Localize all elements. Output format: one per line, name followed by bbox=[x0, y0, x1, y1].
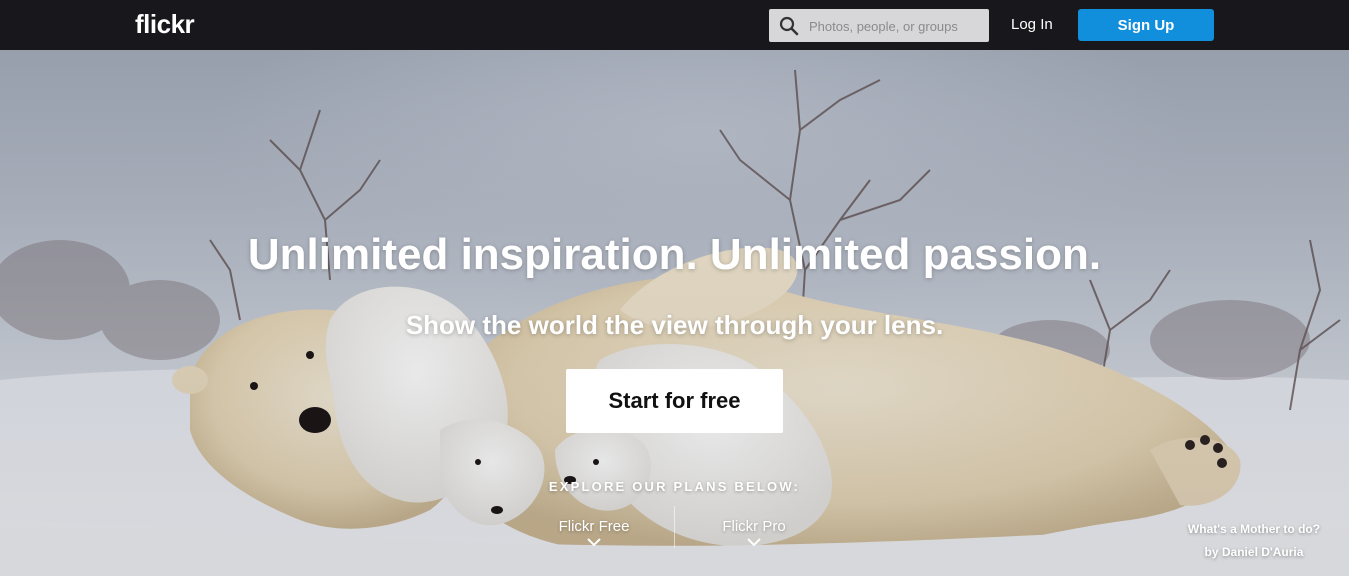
start-for-free-button[interactable]: Start for free bbox=[566, 369, 783, 433]
sign-up-button[interactable]: Sign Up bbox=[1078, 9, 1214, 41]
chevron-down-icon bbox=[587, 538, 601, 547]
hero-section: Unlimited inspiration. Unlimited passion… bbox=[0, 50, 1349, 576]
plan-label: Flickr Pro bbox=[722, 518, 786, 535]
plan-label: Flickr Free bbox=[558, 518, 630, 535]
login-link[interactable]: Log In bbox=[1011, 16, 1053, 33]
hero-headline: Unlimited inspiration. Unlimited passion… bbox=[247, 230, 1102, 279]
plan-link-flickr-free[interactable]: Flickr Free bbox=[548, 518, 640, 547]
flickr-logo[interactable]: flickr bbox=[135, 9, 195, 40]
search-input[interactable] bbox=[807, 9, 986, 44]
photo-author[interactable]: by Daniel D'Auria bbox=[1179, 541, 1329, 564]
photo-credit[interactable]: What's a Mother to do? by Daniel D'Auria bbox=[1179, 518, 1329, 564]
photo-title[interactable]: What's a Mother to do? bbox=[1179, 518, 1329, 541]
hero-subheadline: Show the world the view through your len… bbox=[405, 310, 944, 340]
top-navigation-bar: flickr Log In Sign Up bbox=[0, 0, 1349, 50]
search-icon[interactable] bbox=[779, 16, 799, 36]
plan-divider bbox=[674, 506, 675, 548]
chevron-down-icon bbox=[747, 538, 761, 547]
plan-link-flickr-pro[interactable]: Flickr Pro bbox=[706, 518, 802, 547]
search-box[interactable] bbox=[769, 9, 989, 44]
explore-plans-label: EXPLORE OUR PLANS BELOW: bbox=[548, 479, 801, 494]
